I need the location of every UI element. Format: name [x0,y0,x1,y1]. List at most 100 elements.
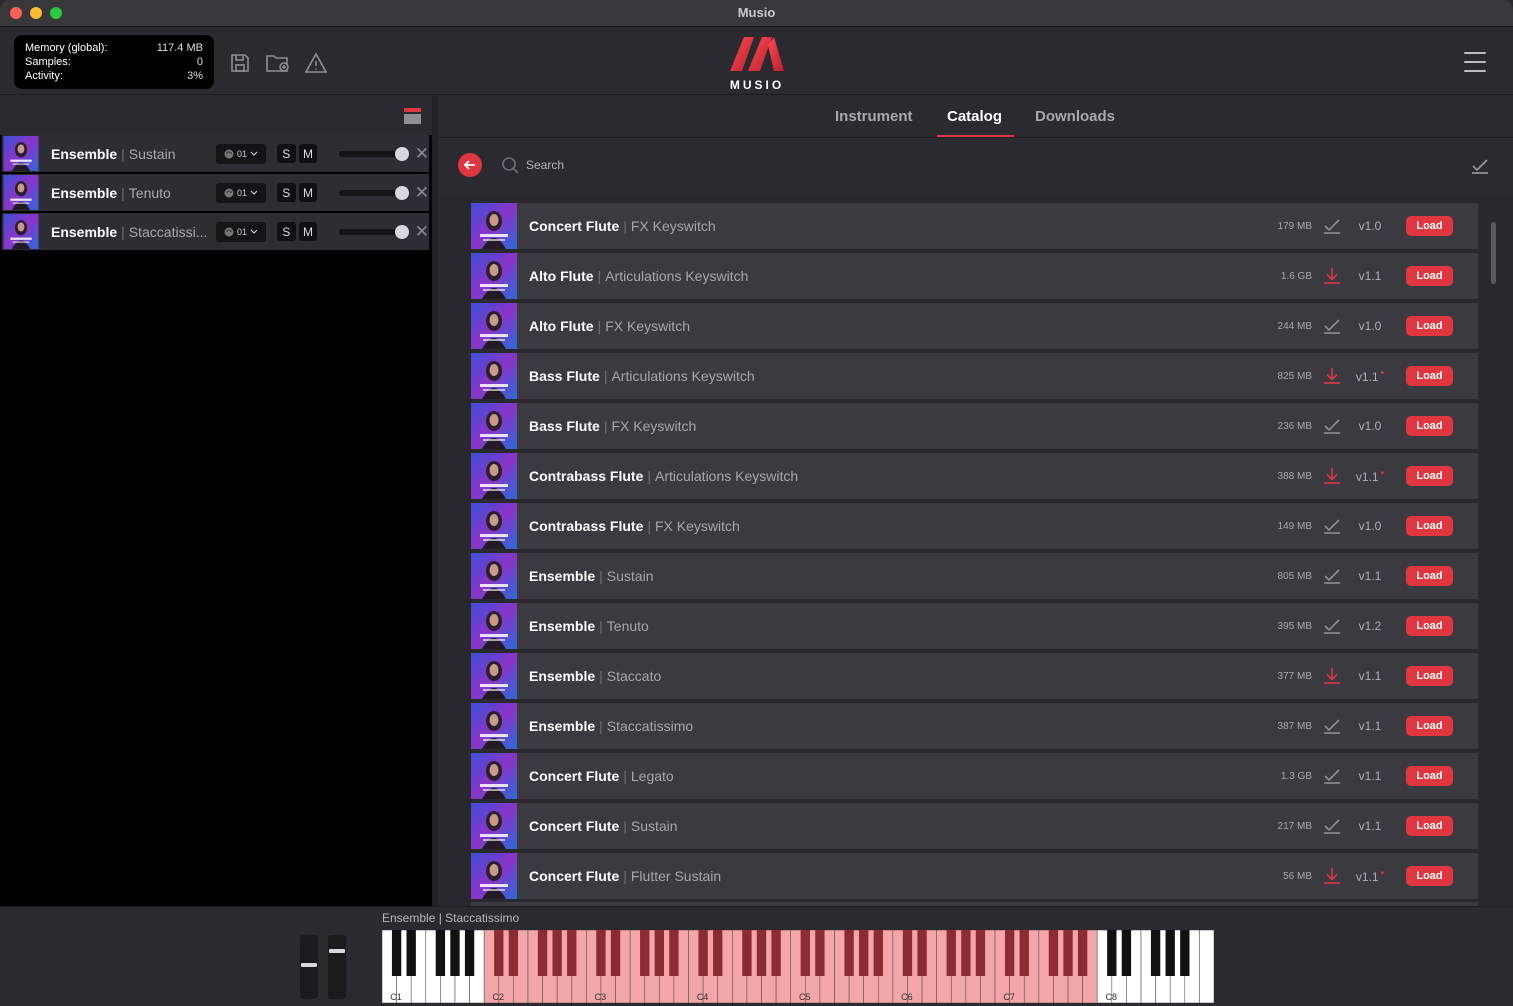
list-item[interactable]: Contrabass Flute | FX Keyswitch 149 MB v1.0 L… [471,503,1478,549]
folder-add-icon[interactable] [265,51,291,77]
black-key[interactable] [610,930,621,976]
black-key[interactable] [1048,930,1059,976]
remove-track-icon[interactable]: ✕ [415,184,429,201]
load-button[interactable]: Load [1406,566,1453,586]
load-button[interactable]: Load [1406,766,1453,786]
black-key[interactable] [1150,930,1161,976]
track-row[interactable]: Ensemble | Tenuto 01 S M ✕ [2,174,429,211]
volume-slider-thumb[interactable] [394,224,409,239]
load-button[interactable]: Load [1406,616,1453,636]
pitch-wheel-handle[interactable] [301,963,317,967]
black-key[interactable] [640,930,650,976]
black-key[interactable] [435,930,446,976]
load-button[interactable]: Load [1406,316,1453,336]
black-key[interactable] [508,930,519,976]
list-item[interactable]: Ensemble | Staccato 377 MB v1.1 Load [471,653,1478,699]
list-item[interactable]: Bass Flute | FX Keyswitch 236 MB v1.0 Load [471,403,1478,449]
load-button[interactable]: Load [1406,666,1453,686]
list-item[interactable]: Ensemble | Tenuto 395 MB v1.2 Load [471,603,1478,649]
download-button[interactable] [1321,865,1343,887]
black-key[interactable] [844,930,854,976]
list-item[interactable]: Bass Flute | Articulations Keyswitch 825 MB… [471,353,1478,399]
list-item[interactable]: Alto Flute | Articulations Keyswitch 1.6 GB… [471,253,1478,299]
load-button[interactable]: Load [1406,466,1453,486]
black-key[interactable] [552,930,562,976]
black-key[interactable] [771,930,781,976]
volume-slider[interactable] [339,146,409,161]
minimize-window-button[interactable] [30,7,42,19]
black-key[interactable] [815,930,825,976]
load-button[interactable]: Load [1406,516,1453,536]
tab-catalog[interactable]: Catalog [936,108,1015,137]
list-item[interactable]: Alto Flute | FX Keyswitch 244 MB v1.0 Load [471,303,1478,349]
download-button[interactable] [1321,265,1343,287]
black-key[interactable] [669,930,679,976]
rack-collapse-icon[interactable] [404,108,421,124]
black-key[interactable] [1077,930,1088,976]
black-key[interactable] [1004,930,1015,976]
black-key[interactable] [494,930,504,976]
black-key[interactable] [406,930,416,976]
tab-instrument[interactable]: Instrument [835,108,913,125]
volume-slider[interactable] [339,185,409,200]
warning-icon[interactable] [304,51,330,77]
list-item[interactable]: Ensemble | Sustain 805 MB v1.1 Load [471,553,1478,599]
search-input[interactable] [526,155,926,175]
load-button[interactable]: Load [1406,416,1453,436]
solo-button[interactable]: S [276,222,296,241]
solo-button[interactable]: S [276,183,296,202]
back-button[interactable] [458,153,482,177]
black-key[interactable] [1019,930,1029,976]
volume-slider-thumb[interactable] [394,185,409,200]
black-key[interactable] [859,930,869,976]
black-key[interactable] [391,930,402,976]
black-key[interactable] [713,930,723,976]
load-button[interactable]: Load [1406,816,1453,836]
piano-keyboard[interactable]: C1 C2 C3 C4 C5 C6 C7 C8 [382,930,1214,1003]
black-key[interactable] [464,930,475,976]
mute-button[interactable]: M [298,183,318,202]
check-all-icon[interactable] [1471,156,1489,174]
black-key[interactable] [537,930,548,976]
black-key[interactable] [654,930,665,976]
black-key[interactable] [596,930,606,976]
black-key[interactable] [917,930,927,976]
list-item[interactable]: Ensemble | Staccatissimo 387 MB v1.1 Load [471,703,1478,749]
load-button[interactable]: Load [1406,716,1453,736]
black-key[interactable] [698,930,708,976]
remove-track-icon[interactable]: ✕ [415,145,429,162]
remove-track-icon[interactable]: ✕ [415,223,429,240]
catalog-scrollbar[interactable] [1491,222,1496,284]
midi-channel-select[interactable]: 01 [216,143,266,164]
tab-downloads[interactable]: Downloads [1035,108,1115,125]
list-item[interactable]: Concert Flute | Flutter Sustain 56 MB v1.1 • L… [471,853,1478,899]
pitch-wheel[interactable] [300,935,318,999]
list-item[interactable]: Concert Flute | FX Keyswitch 179 MB v1.0 Load [471,203,1478,249]
white-key[interactable] [1199,930,1214,1003]
track-row[interactable]: Ensemble | Sustain 01 S M ✕ [2,135,429,172]
black-key[interactable] [946,930,956,976]
list-item[interactable]: Concert Flute | Sustain 217 MB v1.1 Load [471,803,1478,849]
solo-button[interactable]: S [276,144,296,163]
volume-slider-thumb[interactable] [394,146,409,161]
mod-wheel-handle[interactable] [329,949,345,953]
black-key[interactable] [961,930,971,976]
black-key[interactable] [1121,930,1132,976]
mod-wheel[interactable] [328,935,346,999]
mute-button[interactable]: M [298,144,318,163]
menu-icon[interactable] [1464,52,1486,72]
load-button[interactable]: Load [1406,866,1453,886]
save-icon[interactable] [228,51,254,77]
black-key[interactable] [902,930,913,976]
black-key[interactable] [975,930,986,976]
list-item[interactable]: Concert Flute | Legato 1.3 GB v1.1 Load [471,753,1478,799]
load-button[interactable]: Load [1406,366,1453,386]
load-button[interactable]: Load [1406,216,1453,236]
download-button[interactable] [1321,465,1343,487]
black-key[interactable] [742,930,752,976]
load-button[interactable]: Load [1406,266,1453,286]
volume-slider[interactable] [339,224,409,239]
black-key[interactable] [1165,930,1175,976]
black-key[interactable] [567,930,577,976]
mute-button[interactable]: M [298,222,318,241]
